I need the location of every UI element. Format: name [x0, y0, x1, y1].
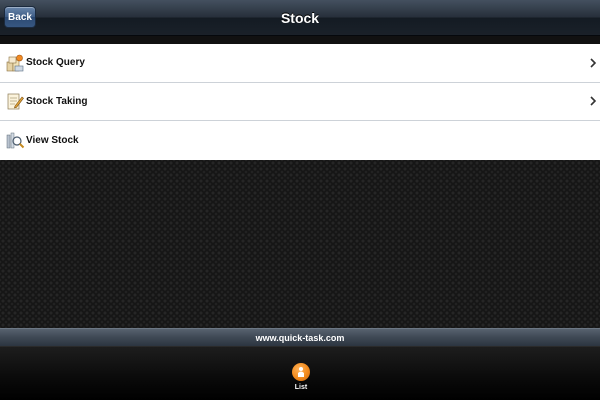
back-button[interactable]: Back [4, 6, 36, 28]
website-link[interactable]: www.quick-task.com [256, 333, 345, 343]
view-stock-icon [5, 130, 25, 150]
navigation-bar: Back Stock [0, 0, 600, 36]
tab-label: List [294, 384, 308, 391]
background-pattern [0, 160, 600, 328]
stock-taking-icon [5, 91, 25, 111]
tab-list[interactable]: List [287, 363, 315, 399]
menu-item-label: Stock Query [26, 57, 85, 69]
menu-item-label: View Stock [26, 134, 79, 146]
menu-item-stock-taking[interactable]: Stock Taking [0, 83, 600, 121]
chevron-right-icon [588, 95, 598, 107]
website-footer: www.quick-task.com [0, 328, 600, 346]
menu-item-stock-query[interactable]: Stock Query [0, 44, 600, 83]
list-icon [292, 363, 310, 381]
page-title: Stock [280, 10, 320, 26]
menu-item-view-stock[interactable]: View Stock [0, 121, 600, 160]
tab-bar: List [0, 346, 600, 400]
stock-query-icon [5, 53, 25, 73]
menu-item-label: Stock Taking [26, 95, 88, 107]
stock-menu-list: Stock Query Stock Taking View Stock [0, 44, 600, 160]
chevron-right-icon [588, 57, 598, 69]
